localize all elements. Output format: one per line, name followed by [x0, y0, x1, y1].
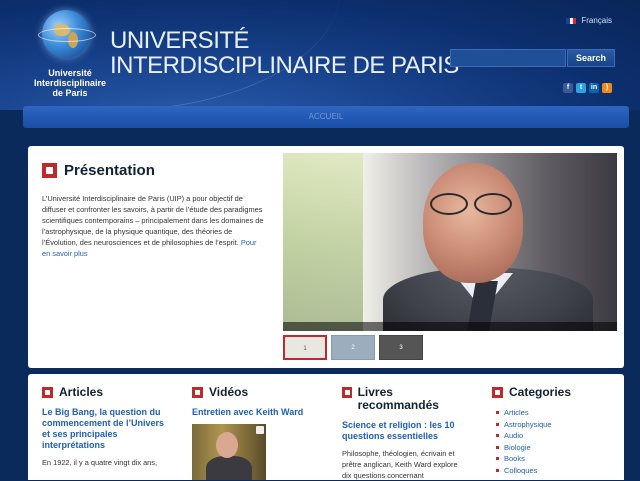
- articles-column: Articles Le Big Bang, la question du com…: [42, 386, 172, 468]
- square-bullet-icon: [42, 387, 53, 398]
- content-columns: Articles Le Big Bang, la question du com…: [28, 374, 624, 480]
- main-nav: ACCUEIL: [23, 106, 629, 128]
- site-title[interactable]: UNIVERSITÉ INTERDISCIPLINAIRE DE PARIS: [110, 28, 459, 78]
- books-column: Livres recommandés Science et religion :…: [342, 386, 462, 481]
- facebook-icon[interactable]: f: [563, 83, 573, 93]
- logo-text: Université Interdisciplinaire de Paris: [33, 68, 107, 98]
- social-links: f t in ): [563, 83, 612, 93]
- featured-video[interactable]: [283, 153, 617, 331]
- site-logo[interactable]: Université Interdisciplinaire de Paris: [30, 10, 110, 105]
- category-item[interactable]: Astrophysique: [496, 419, 612, 431]
- videos-column: Vidéos Entretien avec Keith Ward: [192, 386, 322, 480]
- video-headline[interactable]: Entretien avec Keith Ward: [192, 407, 322, 418]
- square-bullet-icon: [342, 387, 352, 398]
- slide-thumb[interactable]: 1: [283, 335, 327, 360]
- slide-thumb[interactable]: 2: [331, 335, 375, 360]
- category-list: Articles Astrophysique Audio Biologie Bo…: [496, 407, 612, 476]
- nav-item-accueil[interactable]: ACCUEIL: [309, 112, 344, 121]
- language-label: Français: [581, 16, 612, 25]
- category-item[interactable]: Biologie: [496, 442, 612, 454]
- twitter-icon[interactable]: t: [576, 83, 586, 93]
- slide-thumb[interactable]: 3: [379, 335, 423, 360]
- article-excerpt: En 1922, il y a quatre vingt dix ans,: [42, 458, 158, 467]
- video-thumbnail[interactable]: [192, 424, 266, 480]
- book-headline[interactable]: Science et religion : les 10 questions e…: [342, 420, 462, 442]
- language-selector[interactable]: Français: [566, 16, 612, 25]
- presentation-text: L’Université Interdisciplinaire de Paris…: [42, 194, 264, 258]
- linkedin-icon[interactable]: in: [589, 83, 599, 93]
- site-header: Université Interdisciplinaire de Paris U…: [0, 0, 640, 110]
- category-item[interactable]: Books: [496, 453, 612, 465]
- square-bullet-icon: [42, 163, 57, 178]
- books-title: Livres recommandés: [342, 386, 462, 412]
- category-item[interactable]: Audio: [496, 430, 612, 442]
- square-bullet-icon: [192, 387, 203, 398]
- globe-icon: [38, 10, 96, 58]
- square-bullet-icon: [492, 387, 503, 398]
- book-excerpt: Philosophe, théologien, écrivain et prêt…: [342, 449, 458, 480]
- categories-column: Categories Articles Astrophysique Audio …: [492, 386, 612, 476]
- presentation-panel: Présentation L’Université Interdisciplin…: [28, 146, 624, 368]
- rss-icon[interactable]: ): [602, 83, 612, 93]
- slide-thumbnails: 1 2 3: [283, 335, 423, 360]
- search-button[interactable]: Search: [567, 49, 615, 67]
- articles-title: Articles: [42, 386, 172, 399]
- category-item[interactable]: Articles: [496, 407, 612, 419]
- french-flag-icon: [566, 17, 577, 24]
- categories-title: Categories: [492, 386, 612, 399]
- videos-title: Vidéos: [192, 386, 322, 399]
- category-item[interactable]: Colloques: [496, 465, 612, 477]
- article-headline[interactable]: Le Big Bang, la question du commencement…: [42, 407, 172, 451]
- search-input[interactable]: [450, 49, 566, 67]
- presentation-title: Présentation: [42, 162, 155, 179]
